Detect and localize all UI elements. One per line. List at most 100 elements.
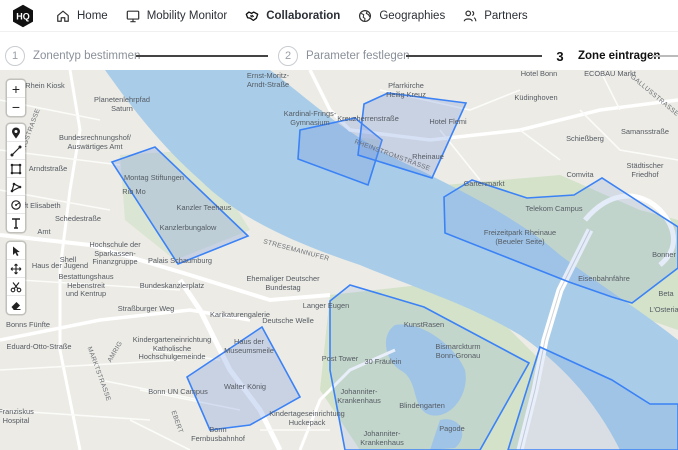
map-label: Schießberg (566, 134, 604, 143)
map-label: Bonn Fernbusbahnhof (191, 425, 245, 443)
nav-item-partners[interactable]: Partners (459, 0, 541, 32)
map-label: Straßburger Weg (117, 304, 175, 313)
app-logo[interactable]: HQ (11, 4, 35, 28)
map-label: Karikaturengalerie (210, 310, 270, 319)
marker-icon (12, 127, 20, 138)
nav-label-partners: Partners (484, 10, 528, 22)
map-label: Bundeskanzlerplatz (139, 281, 205, 290)
text-icon (12, 218, 20, 229)
map-label: Deutsche Welle (262, 316, 314, 325)
map-label: Shell (59, 255, 77, 264)
map-label: Walter König (223, 382, 267, 391)
map-label: Johanniter- Krankenhaus (337, 387, 381, 405)
map-label: 30 Fräulein (364, 357, 402, 366)
polyline-icon (10, 145, 22, 156)
map-label: Planetenlehrpfad Saturn (94, 95, 150, 113)
map-label: KunstRasen (403, 320, 445, 329)
map-canvas[interactable]: Rhein Kiosk Planetenlehrpfad Saturn Erns… (0, 70, 678, 450)
step-connector-1 (136, 55, 268, 57)
step-3-number: 3 (556, 48, 564, 64)
wizard-stepper: 1 Zonentyp bestimmen 2 Parameter festleg… (0, 42, 678, 70)
zoom-control: + − (7, 80, 25, 116)
erase-button[interactable] (7, 296, 25, 314)
nav-item-geographies[interactable]: Geographies (354, 0, 459, 32)
monitor-icon (126, 10, 139, 23)
handshake-icon (245, 11, 259, 22)
step-3[interactable]: 3 Zone eintragen (550, 45, 660, 67)
map-label: Franziskus Hospital (0, 407, 34, 425)
nav-label-collaboration: Collaboration (266, 10, 341, 22)
nav-item-home[interactable]: Home (52, 0, 122, 32)
eraser-icon (11, 302, 21, 310)
polygon-icon (10, 182, 22, 192)
edit-vertices-button[interactable] (7, 242, 25, 260)
map-label: ECOBAU Markt (584, 70, 636, 78)
nav-item-mobility-monitor[interactable]: Mobility Monitor (122, 0, 242, 32)
step-2[interactable]: 2 Parameter festlegen (278, 45, 410, 67)
map-label: Bonner (652, 250, 676, 259)
map-label: Bonns Fünfte (6, 320, 50, 329)
home-icon (57, 10, 69, 22)
map-label: Hochschule der Sparkassen- Finanzgruppe (89, 240, 141, 267)
step-1[interactable]: 1 Zonentyp bestimmen (5, 45, 140, 67)
main-nav: Home Mobility Monitor Collaboration Geog… (52, 0, 542, 32)
map-label: Langer Eugen (302, 301, 350, 310)
map-label: Telekom Campus (525, 204, 583, 213)
map-label: Comvita (566, 170, 594, 179)
map-label: Kindertageseinrichtung Huckepack (269, 409, 345, 427)
nav-item-collaboration[interactable]: Collaboration (241, 0, 354, 32)
zoom-out-button[interactable]: − (7, 98, 25, 116)
map-label: Palais Schaumburg (147, 256, 213, 265)
users-icon (463, 10, 477, 22)
edit-toolbar (7, 242, 25, 314)
map-label: Schedestraße (54, 214, 102, 223)
map-label: Bonn UN Campus (148, 387, 208, 396)
draw-polyline-button[interactable] (7, 142, 25, 160)
map-label: Hotel Flemi (429, 117, 467, 126)
draw-circle-button[interactable] (7, 196, 25, 214)
map-label: Amt (37, 227, 51, 236)
step-2-label: Parameter festlegen (306, 50, 410, 62)
map-label: Kanzlerbungalow (159, 223, 217, 232)
map-label: Bundesrechnungshof/ Auswärtiges Amt (59, 133, 131, 151)
map-label: L'Osteria (649, 305, 678, 314)
map-label: Städtischer Friedhof (626, 161, 664, 179)
map-label: Post Tower (321, 354, 359, 363)
draw-polygon-button[interactable] (7, 178, 25, 196)
map-label: Küdinghoven (514, 93, 558, 102)
step-3-label: Zone eintragen (578, 50, 661, 62)
step-2-number: 2 (278, 46, 298, 66)
map-label: Beta (658, 289, 674, 298)
map-label: Rhein Kiosk (25, 81, 65, 90)
map-label: Rib Mo (122, 187, 146, 196)
draw-marker-button[interactable] (7, 124, 25, 142)
map-label: Johanniter- Krankenhaus (360, 429, 404, 447)
map-label: Pfarrkirche Heilig Kreuz (386, 81, 426, 99)
top-navigation: HQ Home Mobility Monitor Collaboration G… (0, 0, 678, 32)
cut-button[interactable] (7, 278, 25, 296)
rectangle-icon (10, 163, 22, 174)
map-label: Hotel Bonn (520, 70, 558, 78)
map-label: Pagode (439, 424, 465, 433)
map-label: Blindengarten (399, 401, 445, 410)
step-1-number: 1 (5, 46, 25, 66)
logo-hexagon-icon: HQ (13, 4, 33, 28)
cut-icon (10, 281, 22, 292)
map-label: Haus der Museumsmeile (224, 337, 274, 355)
map-label: Kanzler Teehaus (176, 203, 232, 212)
nav-label-geographies: Geographies (379, 10, 446, 22)
move-icon (10, 263, 22, 274)
map-label: Ehemaliger Deutscher Bundestag (246, 274, 320, 292)
draw-rectangle-button[interactable] (7, 160, 25, 178)
zoom-in-button[interactable]: + (7, 80, 25, 98)
map-label: Bestattungshaus Hebenstreit und Kentrup (58, 272, 114, 299)
map-label: Bismarckturm Bonn-Gronau (435, 342, 481, 360)
map-label: Kardinal-Frings- Gymnasium (283, 109, 337, 127)
map-label: Kindergarteneinrichtung Katholische Hoch… (132, 335, 212, 362)
map-label: Gartenmarkt (463, 179, 505, 188)
map-label: Samansstraße (620, 127, 670, 136)
cursor-icon (13, 246, 20, 256)
step-connector-2 (406, 55, 542, 57)
move-button[interactable] (7, 260, 25, 278)
draw-text-button[interactable] (7, 214, 25, 232)
